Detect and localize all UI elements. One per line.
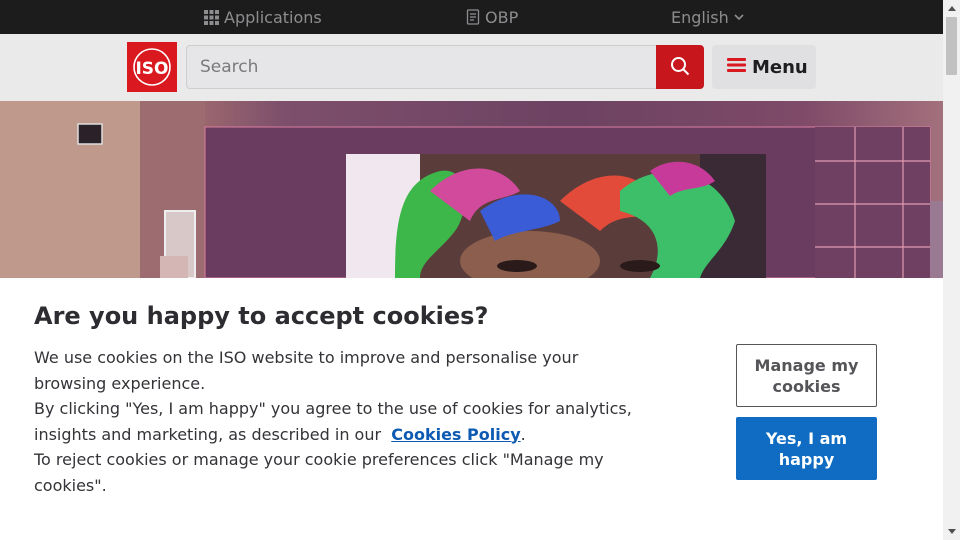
scroll-down-arrow-icon[interactable] [943, 523, 960, 540]
hamburger-icon [727, 57, 746, 78]
obp-label: OBP [485, 7, 519, 27]
search-input[interactable] [186, 45, 656, 89]
cookie-text-line2-before-link: By clicking "Yes, I am happy" you agree … [34, 399, 632, 444]
cookie-text-line2-after-link: . [520, 424, 526, 444]
obp-link[interactable]: OBP [466, 0, 518, 34]
cookie-banner-title: Are you happy to accept cookies? [34, 302, 489, 330]
site-header: ISO Menu [0, 34, 943, 101]
applications-label: Applications [224, 7, 322, 27]
menu-button[interactable]: Menu [712, 45, 816, 89]
page-scrollbar[interactable] [943, 0, 960, 540]
applications-link[interactable]: Applications [204, 0, 322, 34]
search-form [186, 45, 704, 89]
search-icon [670, 56, 690, 79]
cookie-text-line3: To reject cookies or manage your cookie … [34, 450, 604, 495]
cookie-banner-text: We use cookies on the ISO website to imp… [34, 345, 634, 498]
language-selector[interactable]: English [671, 0, 744, 34]
cookie-consent-banner: Are you happy to accept cookies? We use … [0, 278, 943, 540]
top-utility-bar: Applications OBP English [0, 0, 943, 34]
svg-text:ISO: ISO [135, 59, 168, 79]
iso-logo-mark: ISO [133, 48, 171, 86]
manage-cookies-button[interactable]: Manage my cookies [736, 344, 877, 407]
hero-image [0, 101, 943, 278]
language-label: English [671, 7, 729, 27]
iso-logo[interactable]: ISO [127, 42, 177, 92]
scroll-up-arrow-icon[interactable] [943, 0, 960, 17]
cookies-policy-link[interactable]: Cookies Policy [391, 425, 520, 444]
cookie-text-line2: By clicking "Yes, I am happy" you agree … [34, 396, 634, 447]
document-icon [466, 9, 480, 25]
accept-cookies-button[interactable]: Yes, I am happy [736, 417, 877, 480]
grid-icon [204, 9, 219, 25]
chevron-down-icon [734, 13, 744, 21]
search-button[interactable] [656, 45, 704, 89]
cookie-text-line1: We use cookies on the ISO website to imp… [34, 348, 579, 393]
menu-label: Menu [752, 56, 808, 78]
scrollbar-thumb[interactable] [946, 17, 957, 75]
